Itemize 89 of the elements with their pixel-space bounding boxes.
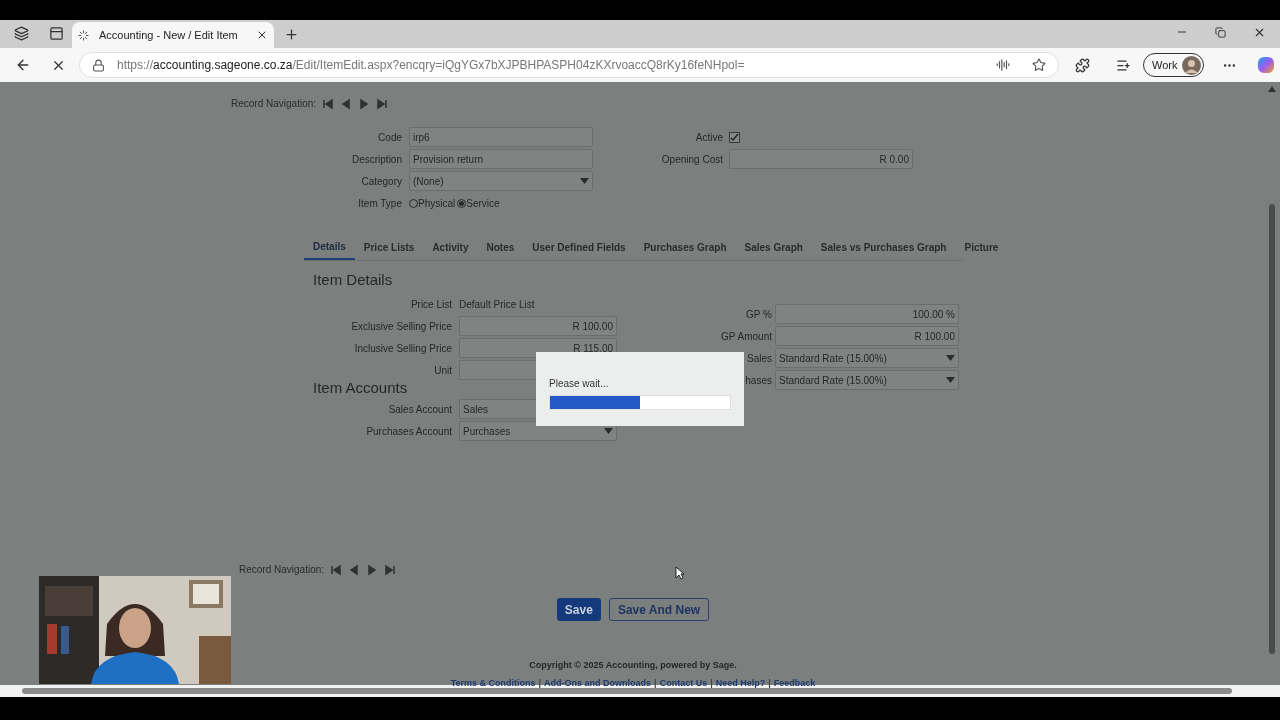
radio-label: Service [466,196,500,211]
record-navigation-label: Record Navigation: [239,563,325,577]
favorites-icon[interactable] [1116,57,1131,73]
close-tab-icon[interactable] [256,29,268,41]
field-label: Active [694,130,723,145]
tab-title: Accounting - New / Edit Item [99,27,239,43]
field-label: hases [744,373,772,388]
tab[interactable]: Sales Graph [735,235,812,260]
previous-record-icon[interactable] [340,97,353,110]
tab[interactable]: Purchases Graph [634,235,736,260]
text-field[interactable]: Provision return [409,149,593,169]
field-label: Exclusive Selling Price [350,319,452,334]
read-aloud-icon[interactable] [996,58,1010,72]
tab[interactable]: Activity [423,235,478,260]
scroll-up-icon[interactable] [1267,86,1276,92]
tab[interactable]: User Defined Fields [523,235,635,260]
amount-field[interactable]: R 100.00 [775,326,959,346]
first-record-icon[interactable] [322,97,335,110]
dropdown-caret-icon [946,377,955,383]
last-record-icon[interactable] [376,97,389,110]
dropdown-field[interactable]: (None) [409,171,593,191]
last-record-icon[interactable] [384,563,397,576]
footer-link[interactable]: Need Help? [715,676,766,690]
field-label: Category [360,174,402,189]
tab[interactable]: Notes [477,235,524,260]
next-record-icon[interactable] [358,97,371,110]
first-record-icon[interactable] [330,563,343,576]
field-label: Item Type [357,196,402,211]
mouse-cursor-icon [675,566,684,580]
tab[interactable]: Price Lists [354,235,424,260]
copilot-icon[interactable] [1257,56,1276,74]
copyright-text: Copyright © 2025 Accounting, powered by Sage. [529,659,737,672]
amount-field[interactable]: R 100.00 [459,316,617,336]
link-separator: | [538,676,542,690]
url-text: https://accounting.sageone.co.za/Edit/ItemEdit.aspx?encqry=iQgYGx7bXJPBHPASPH04zKXrvoaccQ8rKy16feNHpol= [117,57,745,74]
dropdown-field[interactable]: Standard Rate (15.00%) [775,370,959,390]
field-label: Description [350,152,402,167]
tab-actions-icon[interactable] [49,26,64,41]
close-window-icon[interactable] [1253,26,1266,39]
lock-icon [92,58,105,72]
field-label: Sales Account [387,402,452,417]
dropdown-caret-icon [946,355,955,361]
favorite-star-icon[interactable] [1032,58,1046,72]
field-label: Purchases Account [365,424,452,439]
link-separator: | [768,676,771,690]
field-label: Price List [409,297,452,312]
dropdown-field[interactable]: Standard Rate (15.00%) [775,348,959,368]
field-label: GP Amount [720,329,772,344]
footer-link[interactable]: Feedback [773,676,816,690]
back-icon[interactable] [15,57,31,73]
radio-label: Physical [418,196,456,211]
checkmark-icon [730,132,739,142]
footer-link[interactable]: Add-Ons and Downloads [544,676,652,690]
amount-field[interactable]: R 0.00 [729,149,913,169]
field-label: Sales [746,351,772,366]
field-label: GP % [745,307,772,322]
address-bar[interactable]: https://accounting.sageone.co.za/Edit/ItemEdit.aspx?encqry=iQgYGx7bXJPBHPASPH04zKXrvoaccQ8rKy16feNHpol= [79,52,1059,78]
save-button[interactable]: Save [556,598,601,621]
new-tab-icon[interactable] [284,27,299,42]
field-label: Inclusive Selling Price [353,341,452,356]
field-label: Code [377,130,402,145]
browser-tab[interactable]: Accounting - New / Edit Item [72,22,274,48]
dropdown-caret-icon [580,178,589,184]
loading-icon [78,29,89,41]
link-separator: | [654,676,657,690]
footer-link[interactable]: Terms & Conditions [450,676,536,690]
section-heading: Item Details [313,270,393,290]
tab[interactable]: Details [304,235,355,260]
dialog-message: Please wait... [549,377,610,391]
avatar-icon [1182,55,1202,75]
record-navigation-label: Record Navigation: [231,97,317,111]
workspaces-icon[interactable] [14,26,29,41]
previous-record-icon[interactable] [348,563,361,576]
extensions-icon[interactable] [1075,57,1090,73]
amount-field[interactable]: 100.00 % [775,304,959,324]
restore-icon[interactable] [1215,27,1226,38]
field-label: Unit [433,363,452,378]
section-heading: Item Accounts [313,378,408,397]
dropdown-caret-icon [604,428,613,434]
tab[interactable]: Picture [955,235,1008,260]
footer-link[interactable]: Contact Us [659,676,708,690]
next-record-icon[interactable] [366,563,379,576]
field-value: Default Price List [459,297,535,312]
link-separator: | [710,676,713,690]
tab[interactable]: Sales vs Purchases Graph [811,235,956,260]
text-field[interactable]: irp6 [409,127,593,147]
field-label: Opening Cost [660,152,723,167]
save-and-new-button[interactable]: Save And New [608,598,710,621]
checkbox[interactable] [729,131,740,143]
